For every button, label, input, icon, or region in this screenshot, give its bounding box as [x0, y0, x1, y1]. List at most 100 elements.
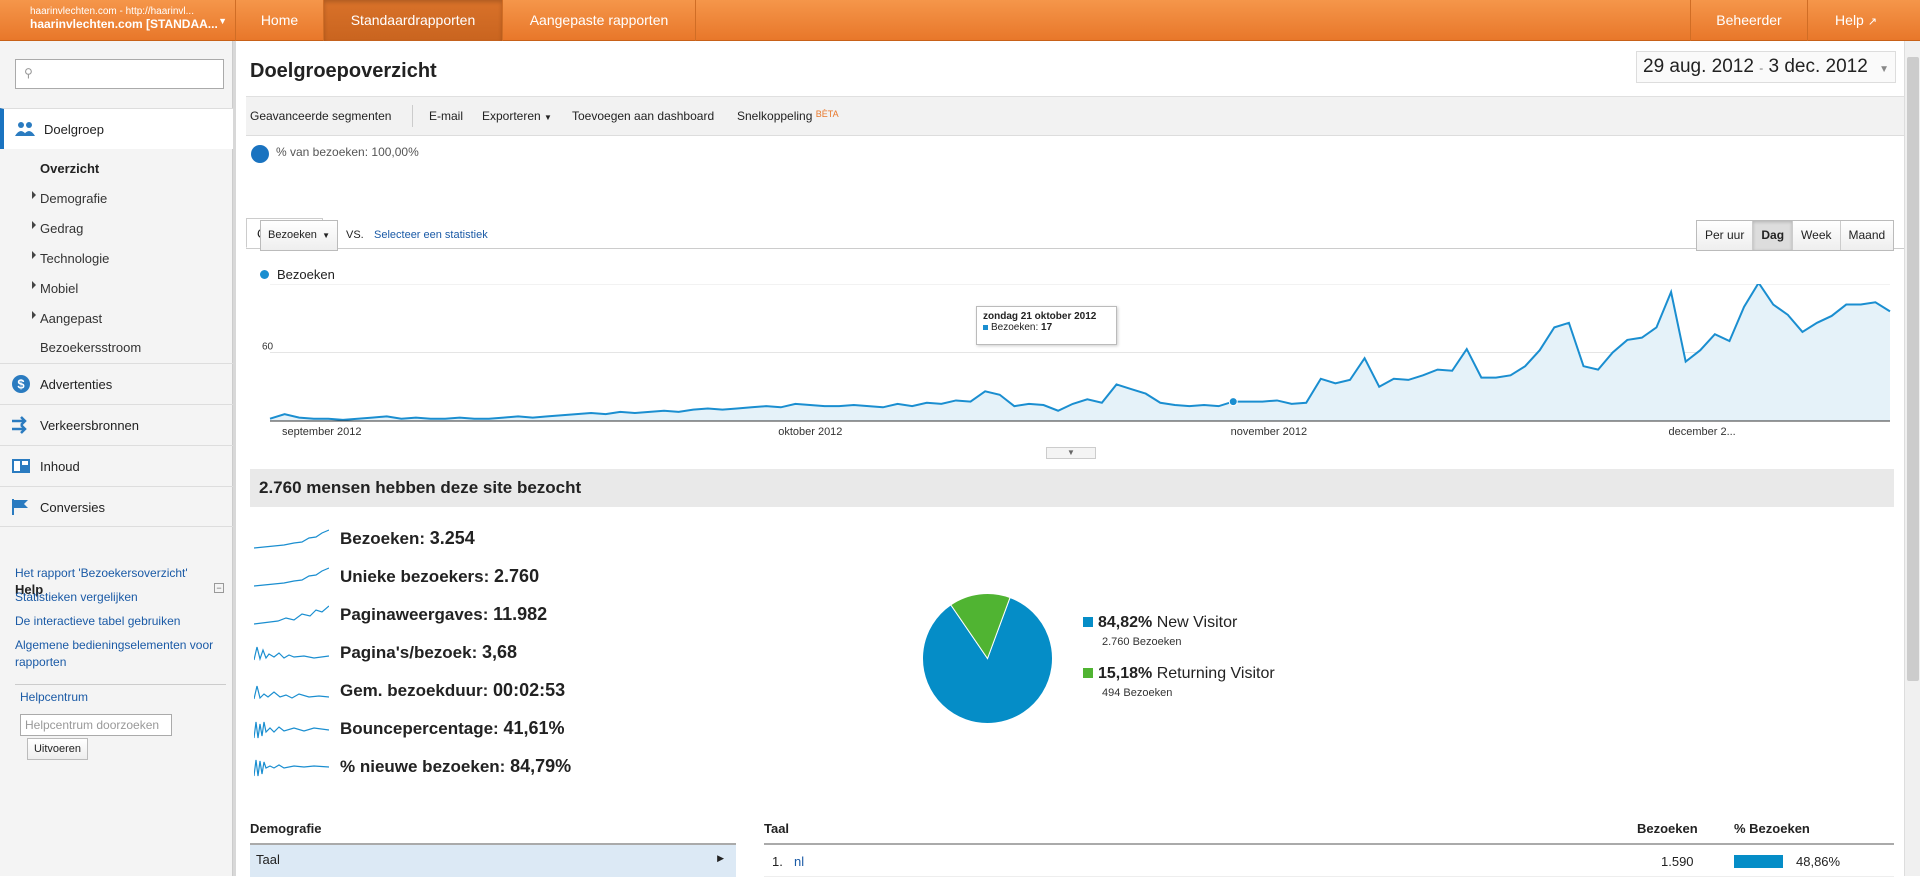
- tooltip-date: zondag 21 oktober 2012: [983, 311, 1097, 322]
- sparkline: [254, 685, 329, 700]
- arrows-icon: [12, 416, 27, 434]
- search-icon: ⚲: [24, 66, 33, 80]
- collapse-chart-button[interactable]: ▼: [1046, 447, 1096, 459]
- chevron-down-icon: ▼: [1067, 448, 1075, 457]
- help-search-input[interactable]: Helpcentrum doorzoeken: [20, 714, 172, 736]
- metric-value: 41,61%: [503, 718, 565, 738]
- segment-indicator[interactable]: % van bezoeken: 100,00%: [251, 145, 419, 163]
- scrollbar[interactable]: [1904, 41, 1920, 876]
- percent-bar: [1734, 855, 1783, 868]
- divider: [412, 105, 413, 127]
- account-profile: haarinvlechten.com [STANDAA...: [30, 17, 218, 31]
- sidebar-item-advertising[interactable]: $ Advertenties: [0, 363, 233, 404]
- sidebar-subitem-overview[interactable]: Overzicht: [40, 161, 99, 176]
- time-granularity-group: Per uur Dag Week Maand: [1696, 220, 1895, 251]
- help-center-link[interactable]: Helpcentrum: [20, 689, 230, 706]
- add-to-dashboard-button[interactable]: Toevoegen aan dashboard: [572, 109, 714, 123]
- email-button[interactable]: E-mail: [429, 109, 463, 123]
- legend-swatch: [1083, 668, 1093, 678]
- legend-pct: 15,18%: [1098, 665, 1153, 682]
- external-link-icon: ↗: [1867, 16, 1877, 28]
- metric-label: Gem. bezoekduur:: [340, 681, 489, 700]
- pie-legend-new-visitor: 84,82% New Visitor 2.760 Bezoeken: [1083, 614, 1237, 648]
- date-start: 29 aug. 2012: [1643, 56, 1754, 77]
- column-header-pct-visits: % Bezoeken: [1734, 821, 1810, 836]
- x-tick-label: oktober 2012: [778, 426, 842, 438]
- sidebar-subitem-behavior[interactable]: Gedrag: [40, 221, 83, 236]
- advanced-segments-button[interactable]: Geavanceerde segmenten: [250, 109, 391, 123]
- metric-label: Pagina's/bezoek:: [340, 643, 478, 662]
- metric-selector[interactable]: Bezoeken ▼: [260, 220, 338, 251]
- help-link[interactable]: Statistieken vergelijken: [15, 589, 225, 606]
- scrollbar-thumb[interactable]: [1907, 57, 1919, 681]
- sidebar-subitem-demographics[interactable]: Demografie: [40, 191, 107, 206]
- sparkline: [254, 721, 329, 739]
- nav-help-label: Help: [1835, 12, 1864, 28]
- main-content: Doelgroepoverzicht 29 aug. 2012 - 3 dec.…: [236, 41, 1920, 877]
- sidebar-item-label: Doelgroep: [44, 122, 104, 137]
- search-input[interactable]: ⚲: [15, 59, 224, 89]
- segment-label: % van bezoeken: 100,00%: [276, 145, 419, 159]
- date-range-picker[interactable]: 29 aug. 2012 - 3 dec. 2012 ▼: [1636, 51, 1897, 83]
- help-go-button[interactable]: Uitvoeren: [27, 738, 88, 760]
- date-separator: -: [1759, 61, 1764, 75]
- sidebar-item-traffic-sources[interactable]: Verkeersbronnen: [0, 404, 233, 445]
- metric-value: 3,68: [482, 642, 518, 662]
- y-tick-label: 60: [262, 342, 274, 353]
- legend-pct: 84,82%: [1098, 614, 1153, 631]
- sidebar-subitem-technology[interactable]: Technologie: [40, 251, 109, 266]
- help-link[interactable]: Het rapport 'Bezoekersoverzicht': [15, 565, 225, 582]
- account-url: haarinvlechten.com - http://haarinvl...: [30, 6, 194, 17]
- help-link[interactable]: De interactieve tabel gebruiken: [15, 613, 225, 630]
- legend-swatch: [1083, 617, 1093, 627]
- sidebar-item-audience[interactable]: Doelgroep: [0, 108, 233, 149]
- highlighted-point[interactable]: [1228, 397, 1238, 407]
- sidebar-subitem-custom[interactable]: Aangepast: [40, 311, 102, 326]
- month-button[interactable]: Maand: [1841, 221, 1894, 250]
- per-hour-button[interactable]: Per uur: [1697, 221, 1754, 250]
- shortcut-button[interactable]: Snelkoppeling BÈTA: [737, 109, 839, 123]
- metric-label: Paginaweergaves:: [340, 605, 489, 624]
- account-selector[interactable]: haarinvlechten.com - http://haarinvl... …: [0, 0, 236, 41]
- tab-bar: Overzicht: [246, 203, 1910, 249]
- sidebar-item-conversions[interactable]: Conversies: [0, 486, 233, 527]
- nav-custom-reports[interactable]: Aangepaste rapporten: [503, 0, 696, 41]
- table-row[interactable]: 1. nl 1.590 48,86%: [764, 845, 1894, 877]
- chart-tooltip: zondag 21 oktober 2012 Bezoeken: 17: [976, 306, 1117, 345]
- nav-home[interactable]: Home: [236, 0, 324, 41]
- x-tick-label: september 2012: [282, 426, 362, 438]
- content-icon: [12, 459, 30, 473]
- row-language-link[interactable]: nl: [794, 854, 804, 869]
- week-button[interactable]: Week: [1793, 221, 1841, 250]
- nav-admin[interactable]: Beheerder: [1690, 0, 1808, 41]
- chevron-down-icon: ▼: [322, 231, 330, 240]
- sidebar-item-content[interactable]: Inhoud: [0, 445, 233, 486]
- sidebar-item-label: Advertenties: [40, 377, 113, 392]
- divider: [15, 684, 226, 685]
- metric-value: 3.254: [429, 528, 475, 548]
- svg-text:$: $: [17, 377, 25, 392]
- sparkline: [254, 646, 329, 662]
- demographics-row-language[interactable]: Taal ▶: [250, 845, 736, 877]
- sidebar-item-label: Conversies: [40, 500, 106, 515]
- visitor-type-pie-chart[interactable]: [921, 592, 1054, 725]
- export-button[interactable]: Exporteren ▼: [482, 109, 552, 123]
- help-link[interactable]: Algemene bedieningselementen voor rappor…: [15, 637, 225, 671]
- sidebar-subitem-mobile[interactable]: Mobiel: [40, 281, 78, 296]
- tooltip-label: Bezoeken:: [991, 322, 1039, 333]
- tooltip-swatch: [983, 325, 988, 330]
- sidebar-item-label: Verkeersbronnen: [40, 418, 140, 433]
- day-button[interactable]: Dag: [1753, 221, 1794, 250]
- row-pct: 48,86%: [1796, 854, 1841, 869]
- legend-label: Bezoeken: [277, 267, 335, 282]
- legend-name: Returning Visitor: [1156, 665, 1275, 682]
- nav-help[interactable]: Help ↗: [1808, 0, 1904, 41]
- x-tick-label: november 2012: [1231, 426, 1307, 438]
- row-rank: 1.: [772, 854, 783, 869]
- nav-standard-reports[interactable]: Standaardrapporten: [324, 0, 503, 41]
- select-statistic-link[interactable]: Selecteer een statistiek: [374, 229, 488, 241]
- sidebar-item-label: Inhoud: [40, 459, 80, 474]
- chart-legend[interactable]: Bezoeken: [260, 267, 335, 282]
- metric-value: 2.760: [494, 566, 540, 586]
- sidebar-subitem-visitor-flow[interactable]: Bezoekersstroom: [40, 340, 141, 355]
